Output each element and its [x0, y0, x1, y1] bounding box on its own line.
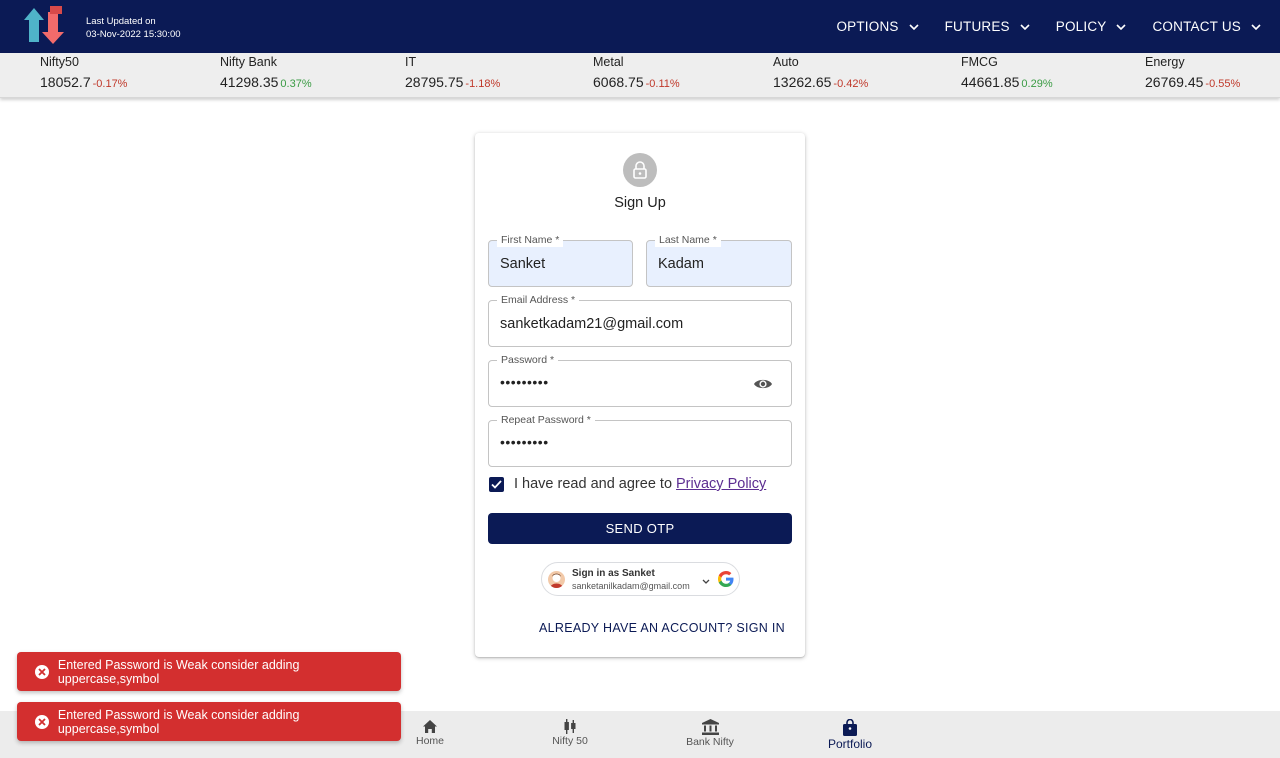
send-otp-button[interactable]: SEND OTP	[488, 513, 792, 544]
home-icon	[423, 720, 437, 733]
repeat-password-value[interactable]: •••••••••	[500, 434, 549, 450]
nav-policy[interactable]: POLICY	[1056, 19, 1127, 34]
bottom-nav-nifty50[interactable]: Nifty 50	[520, 719, 620, 747]
ticker-change: 0.37%	[280, 78, 312, 90]
last-updated: Last Updated on 03-Nov-2022 15:30:00	[86, 15, 181, 41]
first-name-label: First Name *	[497, 233, 564, 247]
bottom-nav-portfolio[interactable]: Portfolio	[800, 719, 900, 751]
repeat-password-label: Repeat Password *	[497, 413, 595, 427]
main-nav: OPTIONS FUTURES POLICY CONTACT US	[829, 0, 1280, 53]
ticker-value: 28795.75	[405, 74, 464, 90]
google-g-icon	[718, 571, 734, 587]
ticker-value: 26769.45	[1145, 74, 1204, 90]
lock-icon	[633, 161, 647, 179]
last-updated-time: 03-Nov-2022 15:30:00	[86, 29, 181, 40]
ticker-name: Energy	[1145, 55, 1185, 69]
top-app-bar: Last Updated on 03-Nov-2022 15:30:00 OPT…	[0, 0, 1280, 53]
ticker-change: -0.17%	[92, 78, 128, 90]
ticker-item-nifty-bank[interactable]: Nifty Bank 41298.35 0.37%	[220, 55, 312, 92]
nav-options[interactable]: OPTIONS	[836, 19, 919, 34]
first-name-field[interactable]: First Name * Sanket	[488, 233, 633, 287]
bottom-nav-home-label: Home	[415, 735, 444, 747]
ticker-item-energy[interactable]: Energy 26769.45 -0.55%	[1145, 55, 1240, 92]
nav-futures-label: FUTURES	[944, 19, 1010, 34]
email-value[interactable]: sanketkadam21@gmail.com	[500, 316, 683, 332]
ticker-value: 41298.35	[220, 74, 279, 90]
google-account-avatar	[548, 571, 565, 588]
password-field[interactable]: Password * •••••••••	[488, 353, 792, 407]
error-toast-message: Entered Password is Weak consider adding…	[57, 657, 300, 686]
ticker-item-nifty50[interactable]: Nifty50 18052.7 -0.17%	[40, 55, 127, 92]
ticker-change: -0.42%	[833, 78, 869, 90]
checkmark-icon	[491, 479, 502, 489]
chevron-down-icon	[909, 23, 919, 30]
password-label: Password *	[497, 353, 559, 367]
show-password-eye-icon[interactable]	[753, 376, 773, 392]
last-name-value[interactable]: Kadam	[658, 256, 704, 272]
nav-policy-label: POLICY	[1055, 19, 1107, 34]
ticker-name: Nifty Bank	[220, 55, 277, 69]
chevron-down-icon	[1116, 23, 1127, 30]
ticker-change: 0.29%	[1021, 78, 1053, 90]
ticker-value: 18052.7	[40, 74, 91, 90]
bank-icon	[701, 719, 719, 735]
bottom-nav-bank-nifty-label: Bank Nifty	[686, 736, 734, 748]
shopping-bag-icon	[843, 719, 857, 736]
first-name-value[interactable]: Sanket	[500, 256, 545, 272]
last-name-label: Last Name *	[655, 233, 721, 247]
error-toast[interactable]: Entered Password is Weak consider adding…	[17, 652, 401, 691]
google-account-email: sanketanilkadam@gmail.com	[572, 581, 690, 591]
ticker-name: FMCG	[961, 55, 998, 69]
repeat-password-field[interactable]: Repeat Password * •••••••••	[488, 413, 792, 467]
error-circle-icon	[35, 664, 49, 679]
ticker-value: 6068.75	[593, 74, 644, 90]
nav-futures[interactable]: FUTURES	[945, 19, 1030, 34]
email-field[interactable]: Email Address * sanketkadam21@gmail.com	[488, 293, 792, 347]
index-ticker: Nifty50 18052.7 -0.17% Nifty Bank 41298.35 0…	[0, 53, 1280, 98]
last-name-field[interactable]: Last Name * Kadam	[646, 233, 792, 287]
password-value[interactable]: •••••••••	[500, 374, 549, 390]
chevron-down-icon	[1251, 23, 1261, 30]
nav-contact-us[interactable]: CONTACT US	[1152, 19, 1261, 34]
ticker-value: 44661.85	[961, 74, 1020, 90]
error-circle-icon	[35, 714, 49, 729]
ticker-change: -0.11%	[645, 78, 680, 90]
google-account-name: Sign in as Sanket	[572, 568, 655, 579]
google-sign-in-button[interactable]: Sign in as Sanket sanketanilkadam@gmail.…	[541, 562, 740, 596]
nav-contact-us-label: CONTACT US	[1152, 19, 1241, 34]
privacy-policy-link[interactable]: Privacy Policy	[676, 476, 766, 492]
privacy-agreement: I have read and agree to Privacy Policy	[489, 476, 766, 492]
ticker-item-metal[interactable]: Metal 6068.75 -0.11%	[593, 55, 680, 92]
bottom-nav-nifty50-label: Nifty 50	[552, 735, 588, 747]
agree-text: I have read and agree to	[514, 476, 673, 492]
ticker-name: Nifty50	[40, 55, 79, 69]
bottom-nav-bank-nifty[interactable]: Bank Nifty	[660, 719, 760, 748]
error-toast-message: Entered Password is Weak consider adding…	[57, 707, 300, 736]
app-logo-icon[interactable]	[22, 4, 72, 46]
error-toast[interactable]: Entered Password is Weak consider adding…	[17, 702, 401, 741]
ticker-name: IT	[405, 55, 417, 69]
ticker-change: -1.18%	[465, 78, 501, 90]
ticker-value: 13262.65	[773, 74, 832, 90]
ticker-name: Auto	[773, 55, 799, 69]
bottom-nav-portfolio-label: Portfolio	[827, 737, 873, 751]
ticker-item-auto[interactable]: Auto 13262.65 -0.42%	[773, 55, 868, 92]
chevron-down-icon	[1020, 23, 1030, 30]
candlestick-icon	[564, 719, 576, 734]
agree-checkbox[interactable]	[489, 476, 504, 492]
ticker-item-it[interactable]: IT 28795.75 -1.18%	[405, 55, 500, 92]
ticker-item-fmcg[interactable]: FMCG 44661.85 0.29%	[961, 55, 1053, 92]
ticker-name: Metal	[593, 55, 624, 69]
signup-card: Sign Up First Name * Sanket Last Name * …	[475, 133, 805, 657]
nav-options-label: OPTIONS	[836, 19, 899, 34]
ticker-change: -0.55%	[1205, 78, 1241, 90]
last-updated-label: Last Updated on	[86, 16, 156, 27]
sign-in-link[interactable]: ALREADY HAVE AN ACCOUNT? SIGN IN	[539, 621, 785, 635]
page-title: Sign Up	[614, 195, 666, 211]
email-label: Email Address *	[497, 293, 580, 307]
lock-avatar	[623, 153, 657, 187]
chevron-down-icon[interactable]	[702, 579, 710, 584]
